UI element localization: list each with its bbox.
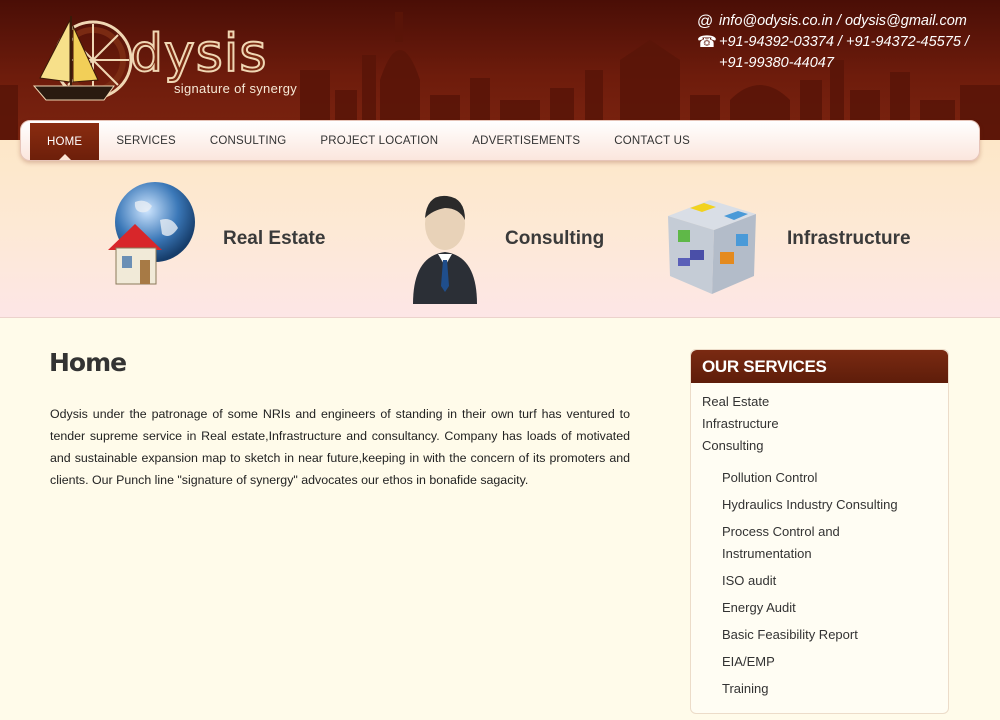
sidebar-item-consulting[interactable]: Consulting — [702, 435, 948, 457]
sailboat-logo-icon — [32, 16, 133, 101]
intro-paragraph: Odysis under the patronage of some NRIs … — [50, 407, 630, 487]
page-title: Home — [49, 348, 127, 377]
sidebar-sub-list: Pollution Control Hydraulics Industry Co… — [691, 457, 948, 700]
logo-tagline: signature of synergy — [174, 81, 298, 96]
feature-label-consulting: Consulting — [505, 228, 605, 249]
feature-real-estate[interactable]: Real Estate — [100, 180, 340, 300]
services-sidebar: OUR SERVICES Real Estate Infrastructure … — [690, 349, 949, 714]
sidebar-subitem-eia-emp[interactable]: EIA/EMP — [722, 651, 948, 673]
nav-item-project-location[interactable]: PROJECT LOCATION — [303, 121, 455, 160]
sidebar-subitem-energy-audit[interactable]: Energy Audit — [722, 597, 948, 619]
nav-item-consulting[interactable]: CONSULTING — [193, 121, 304, 160]
feature-label-infrastructure: Infrastructure — [787, 228, 911, 249]
businessman-icon — [413, 195, 477, 304]
globe-house-icon — [108, 182, 195, 285]
at-sign-icon: @ — [697, 13, 714, 30]
main-navigation: HOME SERVICES CONSULTING PROJECT LOCATIO… — [20, 120, 980, 161]
sidebar-subitem-iso-audit[interactable]: ISO audit — [722, 570, 948, 592]
contact-info: @ info@odysis.co.in / odysis@gmail.com ☎… — [697, 11, 969, 74]
phone-row-2: +91-99380-44047 — [697, 53, 969, 74]
nav-item-advertisements[interactable]: ADVERTISEMENTS — [455, 121, 597, 160]
sidebar-subitem-hydraulics[interactable]: Hydraulics Industry Consulting — [722, 494, 948, 516]
nav-item-contact-us[interactable]: CONTACT US — [597, 121, 707, 160]
cube-icon — [668, 200, 756, 294]
sidebar-subitem-process-control[interactable]: Process Control and Instrumentation — [722, 521, 872, 565]
site-logo[interactable]: dysis signature of synergy — [28, 12, 328, 112]
feature-infrastructure[interactable]: Infrastructure — [660, 180, 920, 300]
feature-consulting[interactable]: Consulting — [405, 180, 615, 304]
email-addresses[interactable]: info@odysis.co.in / odysis@gmail.com — [719, 11, 967, 32]
sidebar-subitem-training[interactable]: Training — [722, 678, 948, 700]
sidebar-top-list: Real Estate Infrastructure Consulting — [691, 383, 948, 457]
sidebar-item-infrastructure[interactable]: Infrastructure — [702, 413, 948, 435]
telephone-icon: ☎ — [697, 34, 717, 51]
sidebar-title: OUR SERVICES — [691, 350, 948, 383]
email-row: @ info@odysis.co.in / odysis@gmail.com — [697, 11, 969, 32]
phone-numbers-line1: +91-94392-03374 / +91-94372-45575 / — [719, 34, 969, 50]
sidebar-item-real-estate[interactable]: Real Estate — [702, 391, 948, 413]
phone-numbers-line2: +91-99380-44047 — [719, 55, 834, 71]
feature-label-real-estate: Real Estate — [223, 228, 326, 249]
phone-row: ☎ +91-94392-03374 / +91-94372-45575 / — [697, 32, 969, 53]
nav-item-services[interactable]: SERVICES — [99, 121, 193, 160]
sidebar-subitem-feasibility-report[interactable]: Basic Feasibility Report — [722, 624, 948, 646]
site-header: dysis signature of synergy @ info@odysis… — [0, 0, 1000, 140]
logo-wordmark: dysis — [129, 24, 268, 84]
sidebar-subitem-pollution-control[interactable]: Pollution Control — [722, 467, 948, 489]
nav-item-home[interactable]: HOME — [30, 123, 100, 160]
